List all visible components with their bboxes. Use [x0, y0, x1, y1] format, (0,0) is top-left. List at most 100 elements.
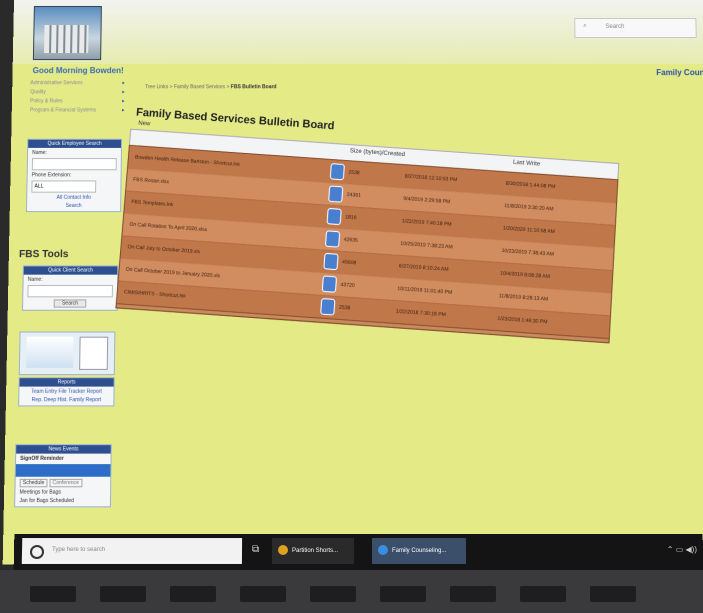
breadcrumb: Tree Links > Family Based Services > FBS…	[144, 84, 277, 91]
file-last-write: 11/8/2019 3:30:20 AM	[504, 202, 554, 213]
file-name[interactable]: On Call Rotation To April 2020.xlsx	[129, 222, 207, 234]
file-icon[interactable]	[326, 207, 342, 226]
file-last-write: 1/23/2018 1:46:30 PM	[497, 315, 548, 326]
last-write-column-header[interactable]: Last Write	[513, 160, 540, 168]
panel-title: Quick Employee Search	[28, 139, 122, 148]
building-logo[interactable]	[32, 5, 102, 61]
taskbar-app-label: Family Counseling...	[391, 548, 447, 554]
news-item[interactable]: SignOff Reminder	[20, 456, 106, 462]
file-icon[interactable]	[328, 185, 344, 203]
left-nav: Administrative Services ▸ Quality ▸ Policy…	[30, 80, 131, 116]
file-size: 24361	[346, 191, 362, 199]
file-name[interactable]: On Call July to October 2019.xls	[127, 244, 200, 255]
greeting-text: Good Morning Bowden!	[32, 66, 124, 76]
keyboard-key	[100, 586, 146, 602]
task-view-icon[interactable]: ⧉	[252, 544, 259, 555]
report-link[interactable]: Team Entry File Tracker Report	[19, 389, 113, 395]
keyboard-key	[380, 586, 426, 602]
file-last-write: 1/20/2020 11:10:58 AM	[502, 225, 556, 236]
file-name[interactable]: FBS Templates.lnk	[131, 199, 173, 208]
file-size: 2538	[338, 304, 351, 312]
site-header: ⌕ Search	[12, 0, 703, 65]
report-link[interactable]: Rep. Deep Hist. Family Report	[19, 397, 113, 403]
nav-item-label: Program & Financial Systems	[29, 107, 97, 114]
table-body: Bowden Health Release Bariston - Shortcu…	[115, 144, 619, 344]
keyboard-key	[240, 586, 286, 602]
file-size: 2538	[348, 169, 360, 177]
tab-schedule[interactable]: Schedule	[19, 478, 48, 488]
file-name[interactable]: FBS Roster.xlsx	[133, 177, 169, 186]
fbs-tools-title: FBS Tools	[18, 248, 69, 261]
all-contact-link[interactable]: All Contact Info	[27, 195, 120, 201]
nav-item[interactable]: Program & Financial Systems ▸	[30, 107, 131, 116]
employee-search-link[interactable]: Search	[27, 203, 120, 209]
panel-title: Quick Client Search	[23, 266, 118, 275]
taskbar-app-label: Partition Shorts...	[291, 548, 339, 554]
keyboard	[0, 570, 703, 613]
family-counseling-link[interactable]: Family Coun	[656, 68, 703, 77]
file-icon[interactable]	[320, 298, 336, 316]
file-created: 1/22/2019 7:40:18 PM	[401, 218, 452, 228]
nav-item[interactable]: Quality ▸	[30, 89, 131, 98]
client-search-button[interactable]: Search	[53, 299, 87, 308]
file-last-write: 10/23/2019 7:38:43 AM	[501, 247, 555, 258]
file-created: 8/27/2018 12:10:53 PM	[404, 173, 458, 184]
breadcrumb-parent[interactable]: Tree Links > Family Based Services	[145, 84, 225, 90]
file-created: 6/27/2019 8:10:24 AM	[398, 263, 449, 273]
taskbar-search-placeholder: Type here to search	[51, 547, 106, 553]
site-search-box[interactable]: ⌕ Search	[574, 17, 697, 38]
quick-client-search-panel: Quick Client Search Name: Search	[22, 265, 119, 311]
file-created: 10/25/2019 7:38:23 AM	[400, 240, 453, 251]
nav-item-label: Administrative Services	[30, 80, 83, 87]
calendar-image	[26, 336, 74, 368]
keyboard-key	[590, 586, 636, 602]
chevron-right-icon: ▸	[122, 98, 125, 105]
file-size: 1816	[345, 214, 357, 222]
keyboard-key	[30, 586, 76, 602]
taskbar-search[interactable]: Type here to search	[21, 538, 243, 564]
nav-item[interactable]: Administrative Services ▸	[30, 80, 131, 89]
cortana-icon[interactable]	[29, 545, 45, 559]
size-column-header[interactable]: Size (bytes)/Created	[350, 148, 405, 158]
nav-item[interactable]: Policy & Rules ▸	[30, 98, 131, 107]
panel-title: Reports	[19, 378, 114, 387]
employee-name-input[interactable]	[31, 158, 117, 171]
keyboard-key	[170, 586, 216, 602]
file-name[interactable]: On Call October 2019 to January 2020.xls	[126, 267, 221, 280]
file-name[interactable]: CIMIS/HRITS - Shortcut.lnk	[124, 289, 186, 300]
page-title: Family Based Services Bulletin Board	[135, 106, 335, 133]
client-name-label: Name:	[27, 276, 43, 283]
news-events-panel: News Events SignOff Reminder Schedule Co…	[14, 444, 112, 508]
taskbar-app-chrome[interactable]: Partition Shorts...	[271, 538, 355, 564]
name-label: Name:	[32, 149, 48, 157]
file-icon[interactable]	[324, 230, 341, 248]
nav-item-label: Policy & Rules	[30, 98, 63, 105]
file-icon[interactable]	[321, 275, 338, 293]
file-icon[interactable]	[323, 252, 339, 271]
tab-conference[interactable]: Conference	[49, 478, 83, 488]
keyboard-key	[310, 586, 356, 602]
date-icon	[79, 336, 109, 370]
client-name-input[interactable]	[27, 284, 113, 298]
file-name[interactable]: Bowden Health Release Bariston - Shortcu…	[135, 154, 240, 167]
news-highlight	[15, 464, 111, 477]
taskbar-app-ie[interactable]: Family Counseling...	[371, 538, 467, 564]
new-label[interactable]: New	[138, 121, 151, 128]
file-icon[interactable]	[329, 163, 345, 181]
search-icon[interactable]: ⌕	[583, 23, 586, 30]
chevron-right-icon: ▸	[122, 80, 125, 87]
file-created: 1/22/2018 7:30:18 PM	[395, 308, 447, 319]
file-size: 45608	[341, 259, 357, 267]
system-tray-icons[interactable]: ⌃ ▭ ◀))	[667, 545, 697, 554]
chevron-right-icon: ▸	[122, 89, 125, 96]
chevron-right-icon: ▸	[121, 107, 125, 114]
bulletin-table: Size (bytes)/Created Last Write Bowden H…	[115, 128, 620, 344]
ie-icon	[377, 545, 389, 556]
reports-panel: Reports Team Entry File Tracker Report R…	[18, 377, 115, 407]
phone-dropdown[interactable]: ALL	[31, 180, 97, 193]
quick-employee-search-panel: Quick Employee Search Name: Phone Extens…	[25, 138, 123, 213]
site-search-text: Search	[605, 23, 625, 30]
browser-page: ⌕ Search Good Morning Bowden! Family Cou…	[2, 0, 703, 565]
news-footer-item: Jan for Bags Scheduled	[19, 497, 75, 505]
file-last-write: 11/8/2019 8:28:13 AM	[498, 293, 549, 303]
